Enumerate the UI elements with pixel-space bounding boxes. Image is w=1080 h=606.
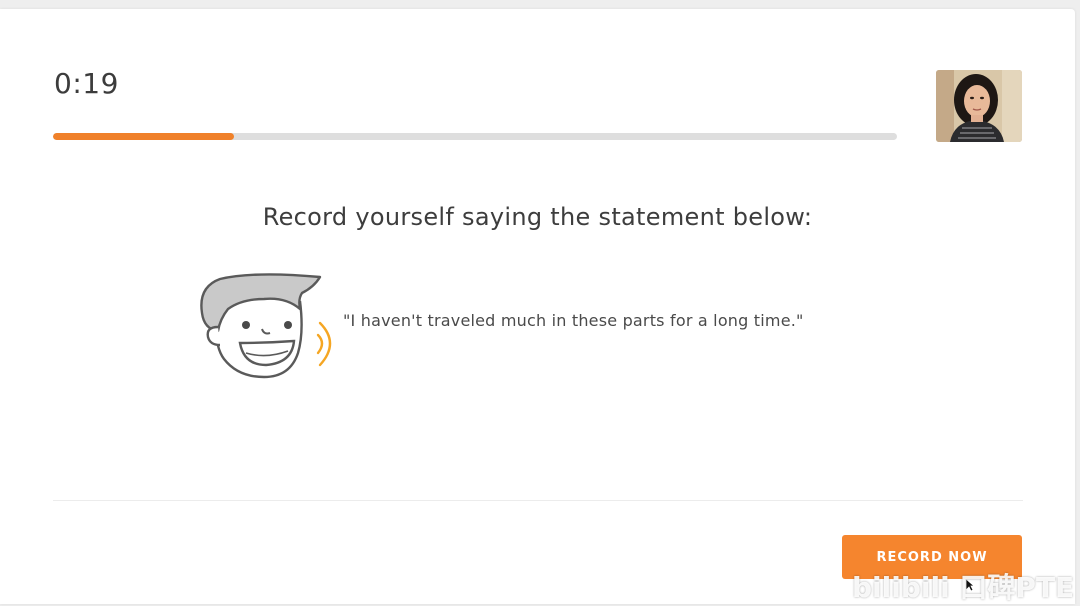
divider xyxy=(53,500,1023,501)
countdown-timer: 0:19 xyxy=(54,67,119,100)
progress-bar xyxy=(53,133,897,140)
watermark: bilibili 口碑PTE xyxy=(852,571,1075,604)
webcam-preview xyxy=(936,70,1022,142)
speaking-face-icon xyxy=(194,273,354,383)
statement-text: "I haven't traveled much in these parts … xyxy=(343,311,804,330)
webcam-user-image xyxy=(936,70,1022,142)
prompt-title: Record yourself saying the statement bel… xyxy=(262,203,813,231)
task-card: 0:19 Record yourself saying the statemen… xyxy=(0,9,1075,604)
progress-bar-fill xyxy=(53,133,235,140)
